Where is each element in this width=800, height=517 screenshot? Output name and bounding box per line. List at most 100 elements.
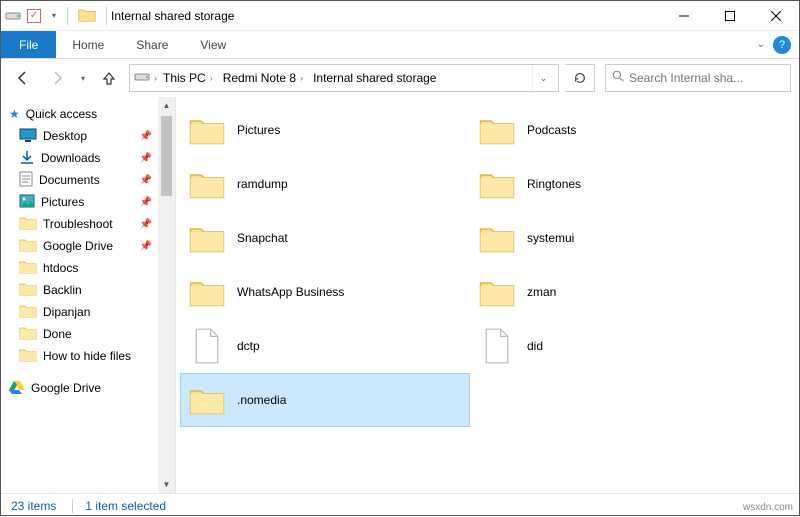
file-item[interactable]: dctp: [180, 319, 470, 373]
star-icon: ★: [9, 107, 20, 121]
address-bar[interactable]: › This PC› Redmi Note 8› Internal shared…: [129, 64, 559, 92]
close-button[interactable]: [753, 1, 799, 31]
sidebar-section-google-drive[interactable]: Google Drive: [1, 377, 158, 399]
sidebar-item-label: Backlin: [43, 283, 82, 297]
sidebar-item-backlin[interactable]: Backlin: [1, 279, 158, 301]
sidebar-item-label: Done: [43, 327, 72, 341]
file-tab[interactable]: File: [1, 31, 56, 58]
chevron-icon[interactable]: ›: [154, 73, 157, 83]
item-label: .nomedia: [237, 393, 286, 407]
pin-icon: 📌: [140, 175, 152, 186]
search-input[interactable]: [629, 71, 784, 85]
maximize-button[interactable]: [707, 1, 753, 31]
pin-icon: 📌: [140, 219, 152, 230]
folder-icon: [19, 237, 37, 255]
quick-access-label: Quick access: [26, 107, 97, 121]
folder-icon: [187, 218, 227, 258]
pin-icon: 📌: [140, 241, 152, 252]
sidebar-item-label: htdocs: [43, 261, 78, 275]
window-folder-icon: [78, 7, 96, 25]
file-item[interactable]: did: [470, 319, 760, 373]
breadcrumb-this-pc[interactable]: This PC›: [159, 71, 217, 85]
ribbon-expand-icon[interactable]: ⌄: [757, 39, 765, 50]
content-pane[interactable]: Pictures Podcasts ramdump RingtonesSnapchat…: [176, 97, 799, 493]
qat-dropdown-icon[interactable]: ▾: [45, 7, 63, 25]
item-label: Podcasts: [527, 123, 576, 137]
breadcrumb-storage[interactable]: Internal shared storage: [309, 71, 440, 85]
status-selection: 1 item selected: [72, 499, 166, 513]
sidebar-item-troubleshoot[interactable]: Troubleshoot📌: [1, 213, 158, 235]
checkbox-icon[interactable]: ✓: [27, 9, 41, 23]
file-item[interactable]: ramdump: [180, 157, 470, 211]
folder-icon: [187, 380, 227, 420]
sidebar-item-documents[interactable]: Documents📌: [1, 169, 158, 191]
desktop-icon: [19, 128, 37, 145]
sidebar-item-done[interactable]: Done: [1, 323, 158, 345]
history-dropdown-icon[interactable]: ▾: [77, 64, 89, 92]
gdrive-icon: [9, 380, 25, 397]
folder-icon: [187, 164, 227, 204]
tab-share[interactable]: Share: [120, 31, 184, 58]
sidebar-scrollbar[interactable]: ▲ ▼: [158, 97, 175, 493]
file-icon: [187, 326, 227, 366]
pin-icon: 📌: [140, 197, 152, 208]
file-item[interactable]: Ringtones: [470, 157, 760, 211]
item-label: systemui: [527, 231, 574, 245]
tab-view[interactable]: View: [184, 31, 242, 58]
file-icon: [477, 326, 517, 366]
pin-icon: 📌: [140, 131, 152, 142]
file-item[interactable]: WhatsApp Business: [180, 265, 470, 319]
folder-icon: [19, 281, 37, 299]
folder-icon: [477, 110, 517, 150]
sidebar-item-label: How to hide files: [43, 349, 131, 363]
refresh-button[interactable]: [565, 64, 595, 92]
folder-icon: [19, 215, 37, 233]
breadcrumb-device[interactable]: Redmi Note 8›: [219, 71, 307, 85]
up-button[interactable]: [95, 64, 123, 92]
item-label: ramdump: [237, 177, 288, 191]
file-item[interactable]: systemui: [470, 211, 760, 265]
forward-button[interactable]: [43, 64, 71, 92]
window-title: Internal shared storage: [111, 9, 234, 23]
quick-access-group[interactable]: ★ Quick access: [1, 103, 158, 125]
tab-home[interactable]: Home: [56, 31, 120, 58]
status-count: 23 items: [11, 499, 56, 513]
scroll-thumb[interactable]: [161, 116, 172, 196]
file-item[interactable]: zman: [470, 265, 760, 319]
back-button[interactable]: [9, 64, 37, 92]
ribbon: File Home Share View ⌄ ?: [1, 31, 799, 59]
sidebar-item-pictures[interactable]: Pictures📌: [1, 191, 158, 213]
sidebar-item-htdocs[interactable]: htdocs: [1, 257, 158, 279]
file-item[interactable]: Pictures: [180, 103, 470, 157]
sidebar-item-how-to-hide-files[interactable]: How to hide files: [1, 345, 158, 367]
folder-icon: [19, 325, 37, 343]
search-box[interactable]: [605, 64, 791, 92]
sidebar: ★ Quick access Desktop📌Downloads📌Documents…: [1, 97, 158, 493]
folder-icon: [477, 272, 517, 312]
sidebar-item-desktop[interactable]: Desktop📌: [1, 125, 158, 147]
sidebar-item-dipanjan[interactable]: Dipanjan: [1, 301, 158, 323]
address-dropdown-icon[interactable]: ⌄: [532, 65, 554, 91]
sidebar-item-label: Dipanjan: [43, 305, 90, 319]
device-icon: [5, 7, 23, 25]
folder-icon: [477, 218, 517, 258]
status-bar: 23 items 1 item selected: [1, 493, 799, 517]
search-icon: [612, 70, 625, 86]
sidebar-item-google-drive[interactable]: Google Drive 📌: [1, 235, 158, 257]
folder-icon: [19, 347, 37, 365]
item-label: did: [527, 339, 543, 353]
file-item[interactable]: .nomedia: [180, 373, 470, 427]
scroll-down-icon[interactable]: ▼: [158, 476, 175, 493]
folder-icon: [19, 259, 37, 277]
minimize-button[interactable]: [661, 1, 707, 31]
watermark: wsxdn.com: [743, 502, 793, 513]
help-icon[interactable]: ?: [773, 36, 791, 54]
folder-icon: [187, 110, 227, 150]
sidebar-item-label: Google Drive: [43, 239, 113, 253]
scroll-up-icon[interactable]: ▲: [158, 97, 175, 114]
nav-row: ▾ › This PC› Redmi Note 8› Internal shar…: [1, 59, 799, 97]
file-item[interactable]: Snapchat: [180, 211, 470, 265]
pictures-icon: [19, 194, 35, 211]
sidebar-item-downloads[interactable]: Downloads📌: [1, 147, 158, 169]
file-item[interactable]: Podcasts: [470, 103, 760, 157]
